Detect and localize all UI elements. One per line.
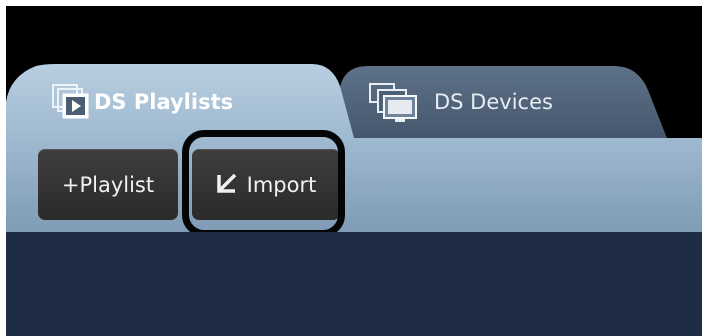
import-arrow-icon: [216, 173, 236, 193]
add-playlist-label: +Playlist: [61, 172, 155, 197]
add-playlist-button[interactable]: +Playlist: [38, 149, 178, 220]
app-window: DS Playlists DS Devices +Playlist Import: [6, 6, 702, 336]
import-label: Import: [246, 172, 317, 197]
playlists-icon: [52, 84, 89, 119]
devices-icon: [369, 83, 417, 122]
tab-label-ds-playlists: DS Playlists: [94, 90, 234, 114]
tab-label-ds-devices: DS Devices: [434, 90, 553, 114]
import-button[interactable]: Import: [192, 149, 340, 220]
content-area: [6, 232, 702, 336]
